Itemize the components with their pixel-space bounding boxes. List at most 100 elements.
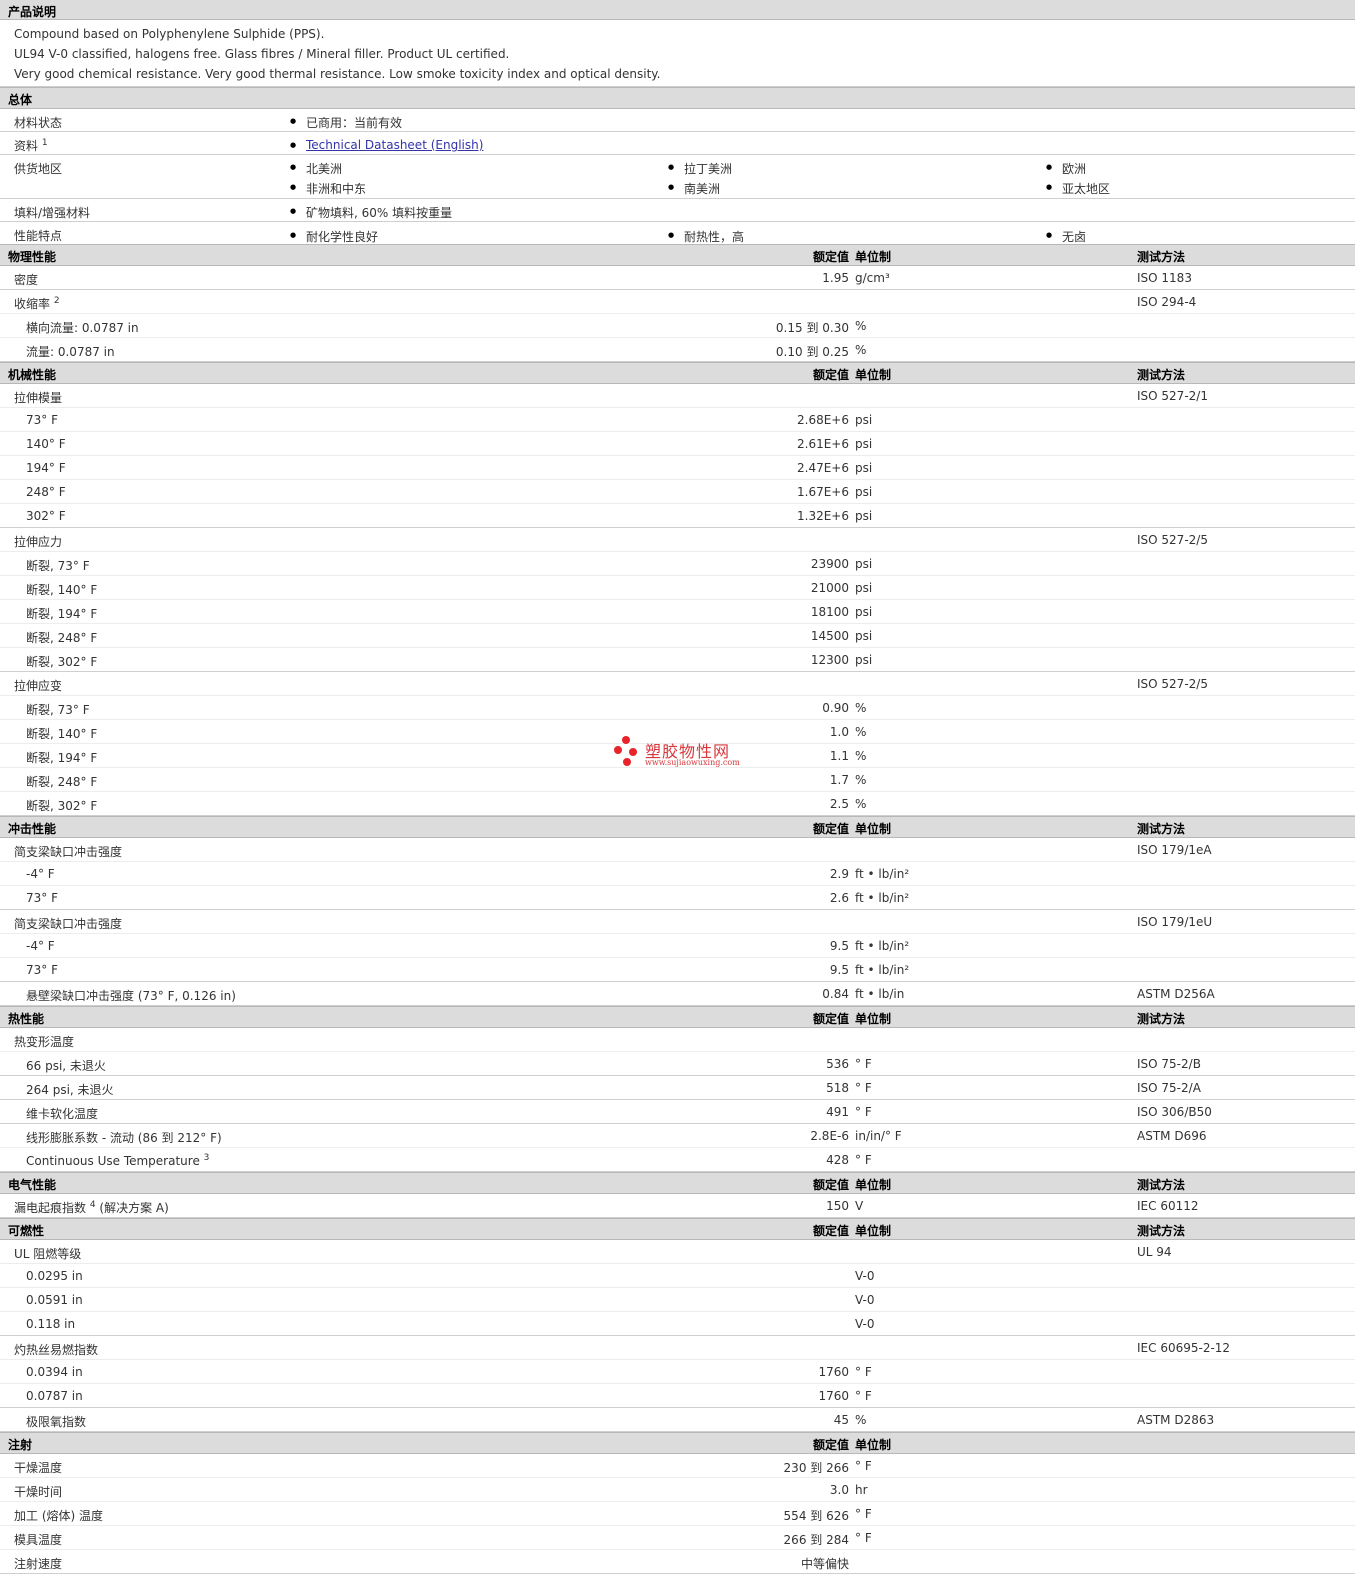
property-unit: V-0 [855, 1317, 875, 1331]
logo-dot [614, 746, 622, 754]
property-unit: ° F [855, 1389, 872, 1403]
property-value: 428 [826, 1153, 849, 1167]
description-block: Compound based on Polyphenylene Sulphide… [0, 20, 1355, 87]
property-row: 注射速度 中等偏快 [0, 1550, 1355, 1574]
property-label: 0.118 in [26, 1317, 76, 1331]
property-value: 12300 [810, 653, 849, 667]
datasheet-page: 产品说明 Compound based on Polyphenylene Sul… [0, 0, 1355, 1574]
property-value: 230 到 266 [783, 1461, 849, 1475]
property-label: 248° F [26, 485, 66, 499]
property-label: 0.0394 in [26, 1365, 83, 1379]
property-row: -4° F 2.9 ft • lb/in² [0, 862, 1355, 886]
property-label: 横向流量: 0.0787 in [26, 321, 139, 335]
property-label: -4° F [26, 867, 55, 881]
property-label: 264 psi, 未退火 [26, 1083, 114, 1097]
property-label: 密度 [14, 273, 39, 287]
property-value: 1.0 [829, 725, 849, 739]
method-column-header: 测试方法 [1137, 1224, 1186, 1238]
property-unit: % [855, 797, 867, 811]
property-unit: psi [855, 509, 873, 523]
property-unit: % [855, 725, 867, 739]
region-item: 北美洲 [290, 160, 342, 177]
property-label: -4° F [26, 939, 55, 953]
value-column-header: 额定值 [812, 250, 849, 264]
property-row: 0.0787 in 1760 ° F [0, 1384, 1355, 1408]
row-label: 资料 1 [14, 138, 48, 153]
property-unit: ° F [855, 1081, 872, 1095]
property-unit: ft • lb/in² [855, 963, 910, 977]
feature-item: 耐化学性良好 [290, 228, 378, 245]
test-method: ISO 179/1eA [1137, 843, 1212, 857]
property-label: 拉伸应变 [14, 679, 63, 693]
property-unit: ° F [855, 1459, 872, 1473]
property-value: 0.84 [822, 987, 849, 1001]
property-row: 140° F 2.61E+6 psi [0, 432, 1355, 456]
property-label: 302° F [26, 509, 66, 523]
logo-dot [623, 758, 631, 766]
test-method: IEC 60112 [1137, 1199, 1199, 1213]
property-label: 断裂, 73° F [26, 703, 90, 717]
technical-datasheet-link[interactable]: Technical Datasheet (English) [306, 138, 483, 152]
test-method: ISO 306/B50 [1137, 1105, 1212, 1119]
property-label: 模具温度 [14, 1533, 63, 1547]
section-title: 可燃性 [8, 1224, 45, 1238]
property-row: 0.0394 in 1760 ° F [0, 1360, 1355, 1384]
property-row: 悬壁梁缺口冲击强度 (73° F, 0.126 in) 0.84 ft • lb/i… [0, 982, 1355, 1006]
test-method: ISO 75-2/A [1137, 1081, 1201, 1095]
unit-column-header: 单位制 [855, 368, 892, 382]
property-label: 0.0295 in [26, 1269, 83, 1283]
property-value: 45 [833, 1413, 849, 1427]
property-row: 断裂, 140° F 21000 psi [0, 576, 1355, 600]
property-unit: % [855, 319, 867, 333]
test-method: ISO 527-2/5 [1137, 677, 1208, 691]
property-row: 模具温度 266 到 284 ° F [0, 1526, 1355, 1550]
test-method: ISO 527-2/1 [1137, 389, 1208, 403]
property-row: 拉伸应力 ISO 527-2/5 [0, 528, 1355, 552]
general-row-regions: 供货地区 北美洲 拉丁美洲 欧洲 非洲和中东 南美洲 亚太地区 [0, 155, 1355, 199]
property-row: 断裂, 73° F 23900 psi [0, 552, 1355, 576]
section-title: 电气性能 [8, 1178, 57, 1192]
property-label: 73° F [26, 963, 58, 977]
property-unit: ° F [855, 1153, 872, 1167]
unit-column-header: 单位制 [855, 1178, 892, 1192]
property-label: 66 psi, 未退火 [26, 1059, 106, 1073]
unit-column-header: 单位制 [855, 250, 892, 264]
property-value: 9.5 [829, 963, 849, 977]
property-label: 流量: 0.0787 in [26, 345, 115, 359]
property-unit: V-0 [855, 1293, 875, 1307]
property-unit: psi [855, 485, 873, 499]
property-value: 18100 [810, 605, 849, 619]
test-method: ASTM D696 [1137, 1129, 1207, 1143]
method-column-header: 测试方法 [1137, 250, 1186, 264]
property-label: 简支梁缺口冲击强度 [14, 917, 123, 931]
property-label: 拉伸模量 [14, 391, 63, 405]
property-value: 1.32E+6 [797, 509, 849, 523]
property-label: 断裂, 140° F [26, 583, 98, 597]
property-value: 9.5 [829, 939, 849, 953]
property-value: 2.6 [829, 891, 849, 905]
property-row: 干燥温度 230 到 266 ° F [0, 1454, 1355, 1478]
region-item: 欧洲 [1046, 160, 1086, 177]
property-label: 热变形温度 [14, 1035, 75, 1049]
property-value: 1.95 [822, 271, 849, 285]
test-method: ISO 1183 [1137, 271, 1192, 285]
property-value: 491 [826, 1105, 849, 1119]
value-column-header: 额定值 [812, 822, 849, 836]
description-line: Compound based on Polyphenylene Sulphide… [14, 27, 325, 41]
value-column-header: 额定值 [812, 1224, 849, 1238]
test-method: ISO 527-2/5 [1137, 533, 1208, 547]
property-value: 1760 [818, 1365, 849, 1379]
property-label: 收缩率 2 [14, 296, 60, 311]
property-row: 灼热丝易燃指数 IEC 60695-2-12 [0, 1336, 1355, 1360]
property-row: 线形膨胀系数 - 流动 (86 到 212° F) 2.8E-6 in/in/° F… [0, 1124, 1355, 1148]
property-row: Continuous Use Temperature 3 428 ° F [0, 1148, 1355, 1172]
row-label: 性能特点 [14, 229, 63, 243]
general-row-filler: 填料/增强材料 矿物填料, 60% 填料按重量 [0, 199, 1355, 222]
property-label: UL 阻燃等级 [14, 1247, 82, 1261]
section-header-impact: 冲击性能 额定值 单位制 测试方法 [0, 816, 1355, 838]
property-label: 断裂, 140° F [26, 727, 98, 741]
feature-item: 无卤 [1046, 228, 1086, 245]
property-value: 266 到 284 [783, 1533, 849, 1547]
property-value: 150 [826, 1199, 849, 1213]
value-column-header: 额定值 [812, 1438, 849, 1452]
